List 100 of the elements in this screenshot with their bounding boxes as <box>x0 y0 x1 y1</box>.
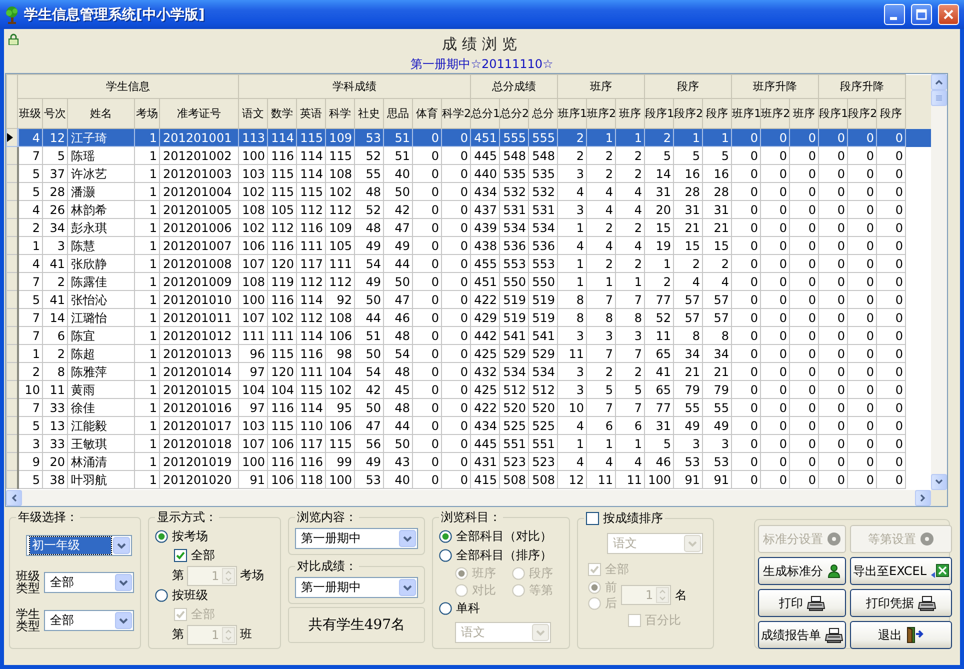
table-row[interactable]: 2 34 彭永琪 1 201201006 102 112 116 109 48 47 0 0 439 534 534 1 2 2 15 21 21 0 0 0 0 0 0 <box>6 218 931 236</box>
table-row[interactable]: 7 33 徐佳 1 201201016 97 116 114 95 50 48 0 0 422 520 520 10 7 7 77 55 55 0 0 0 0 0 0 <box>6 398 931 416</box>
table-row[interactable]: 5 37 许冰艺 1 201201003 103 115 114 108 55 40 0 0 440 535 535 3 2 2 14 16 16 0 0 0 0 0 0 <box>6 164 931 182</box>
column-header[interactable]: 科学 <box>326 98 354 128</box>
radio-button[interactable] <box>155 589 168 602</box>
command-button[interactable]: 退出 <box>850 621 952 649</box>
table-row[interactable]: 4 26 林韵希 1 201201005 108 105 112 112 52 42 0 0 437 531 531 3 4 4 20 31 31 0 0 0 0 0 0 <box>6 200 931 218</box>
table-cell: 79 <box>674 380 703 398</box>
compare-dropdown[interactable]: 第一册期中 <box>295 577 418 598</box>
table-cell: 1 <box>558 218 586 236</box>
horizontal-scrollbar[interactable] <box>6 490 947 506</box>
column-header[interactable]: 体育 <box>412 98 442 128</box>
table-cell: 0 <box>818 398 848 416</box>
table-cell: 555 <box>500 128 528 146</box>
column-header[interactable]: 准考证号 <box>160 98 238 128</box>
table-cell: 江璐怡 <box>68 308 134 326</box>
minimize-button[interactable] <box>884 4 905 25</box>
column-header[interactable]: 班序 <box>616 98 645 128</box>
radio-button[interactable] <box>439 530 452 543</box>
table-cell: 54 <box>354 254 384 272</box>
command-button[interactable]: 生成标准分 <box>758 557 846 585</box>
table-cell: 5 <box>586 380 616 398</box>
column-header[interactable]: 语文 <box>238 98 268 128</box>
radio-button[interactable] <box>439 602 452 615</box>
table-cell: 26 <box>42 200 68 218</box>
table-row[interactable]: 2 8 陈雅萍 1 201201014 97 120 111 104 54 48 0 0 432 534 534 3 2 2 41 21 21 0 0 0 0 0 0 <box>6 362 931 380</box>
table-row[interactable]: 3 33 王敏琪 1 201201018 107 106 117 115 56 50 0 0 445 551 551 1 1 1 5 3 3 0 0 0 0 0 0 <box>6 434 931 452</box>
column-header[interactable]: 考场 <box>134 98 160 128</box>
table-cell: 51 <box>384 146 412 164</box>
table-cell: 许冰艺 <box>68 164 134 182</box>
radio-button[interactable] <box>439 549 452 562</box>
table-cell: 43 <box>384 452 412 470</box>
checkbox[interactable] <box>586 512 600 525</box>
scroll-right-button[interactable] <box>915 490 931 506</box>
class-type-dropdown[interactable]: 全部 <box>44 572 134 592</box>
table-cell: 16 <box>702 164 732 182</box>
scroll-left-button[interactable] <box>6 490 22 506</box>
content-dropdown[interactable]: 第一册期中 <box>295 528 418 549</box>
column-header[interactable]: 班级 <box>18 98 42 128</box>
column-header[interactable]: 段序 <box>876 98 906 128</box>
table-row[interactable]: 1 3 陈慧 1 201201007 106 116 111 105 49 49 0 0 438 536 536 4 4 4 19 15 15 0 0 0 0 0 0 <box>6 236 931 254</box>
maximize-button[interactable] <box>911 4 932 25</box>
table-cell: 31 <box>644 416 674 434</box>
table-row[interactable]: 5 13 江能毅 1 201201017 103 115 110 106 47 44 0 0 434 525 525 4 6 6 31 49 49 0 0 0 0 0 0 <box>6 416 931 434</box>
command-button[interactable]: 导出至EXCEL <box>850 557 952 585</box>
column-header[interactable]: 姓名 <box>68 98 134 128</box>
table-row[interactable]: 10 11 黄雨 1 201201015 104 104 115 102 42 45 0 0 425 512 512 3 5 5 65 79 79 0 0 0 0 0 0 <box>6 380 931 398</box>
column-header[interactable]: 号次 <box>42 98 68 128</box>
table-cell: 50 <box>384 182 412 200</box>
table-row[interactable]: 1 2 陈超 1 201201013 96 115 116 98 50 54 0 0 425 529 529 11 7 7 65 34 34 0 0 0 0 0 0 <box>6 344 931 362</box>
scroll-up-button[interactable] <box>931 74 947 90</box>
grade-dropdown[interactable]: 初一年级 <box>26 535 132 556</box>
checkbox-label: 全部 <box>191 606 216 623</box>
table-cell: 0 <box>412 470 442 488</box>
table-cell: 201201016 <box>160 398 238 416</box>
column-header[interactable]: 数学 <box>268 98 296 128</box>
column-header[interactable]: 总分 <box>528 98 558 128</box>
table-row[interactable]: 4 12 江子琦 1 201201001 113 114 115 109 53 51 0 0 451 555 555 2 1 1 2 1 1 0 0 0 0 0 0 <box>6 128 931 146</box>
table-cell: 422 <box>470 290 500 308</box>
table-cell: 114 <box>296 164 326 182</box>
scroll-thumb[interactable] <box>931 90 947 106</box>
table-cell: 叶羽航 <box>68 470 134 488</box>
table-row[interactable]: 7 14 江璐怡 1 201201011 107 102 112 108 44 46 0 0 429 519 519 8 8 8 52 57 57 0 0 0 0 0 0 <box>6 308 931 326</box>
table-cell: 116 <box>296 344 326 362</box>
field-label: 第 <box>172 567 184 584</box>
table-cell: 0 <box>876 236 906 254</box>
table-cell: 47 <box>384 290 412 308</box>
column-header[interactable]: 班序 <box>790 98 819 128</box>
vertical-scrollbar[interactable] <box>931 74 947 490</box>
command-button[interactable]: 打印凭据 <box>850 589 952 617</box>
table-cell: 19 <box>644 236 674 254</box>
column-header[interactable]: 社史 <box>354 98 384 128</box>
student-type-dropdown[interactable]: 全部 <box>44 610 134 630</box>
checkbox-label: 全部 <box>191 547 216 564</box>
radio-button[interactable] <box>155 530 168 543</box>
table-row[interactable]: 4 41 张欣静 1 201201008 107 120 117 111 54 44 0 0 455 553 553 1 2 2 1 2 2 0 0 0 0 0 0 <box>6 254 931 272</box>
close-button[interactable] <box>938 4 959 25</box>
command-button[interactable]: 打印 <box>758 589 846 617</box>
column-header[interactable]: 英语 <box>296 98 326 128</box>
table-cell: 425 <box>470 344 500 362</box>
table-cell: 102 <box>268 308 296 326</box>
table-cell: 532 <box>500 182 528 200</box>
column-header[interactable]: 思品 <box>384 98 412 128</box>
table-row[interactable]: 7 6 陈宜 1 201201012 111 111 114 106 51 48 0 0 442 541 541 3 3 3 11 8 8 0 0 0 0 0 0 <box>6 326 931 344</box>
column-header[interactable]: 段序 <box>702 98 732 128</box>
checkbox[interactable] <box>174 549 188 562</box>
table-cell: 117 <box>296 434 326 452</box>
table-row[interactable]: 5 28 潘灏 1 201201004 102 115 115 102 48 50 0 0 434 532 532 4 4 4 31 28 28 0 0 0 0 0 0 <box>6 182 931 200</box>
table-row[interactable]: 9 20 林涌清 1 201201019 100 116 116 99 49 43 0 0 431 523 523 4 4 4 46 53 53 0 0 0 0 0 0 <box>6 452 931 470</box>
table-cell: 0 <box>848 398 877 416</box>
table-row[interactable]: 7 5 陈瑶 1 201201002 100 116 114 115 52 51 0 0 445 548 548 2 2 2 5 5 5 0 0 0 0 0 0 <box>6 146 931 164</box>
command-button[interactable]: 成绩报告单 <box>758 621 846 649</box>
scroll-down-button[interactable] <box>931 474 947 490</box>
table-cell: 12 <box>558 470 586 488</box>
table-cell: 0 <box>442 326 470 344</box>
table-cell: 7 <box>18 272 42 290</box>
row-selector[interactable] <box>6 128 18 146</box>
table-row[interactable]: 7 2 陈露佳 1 201201009 108 119 112 112 49 50 0 0 451 550 550 1 1 1 2 4 4 0 0 0 0 0 0 <box>6 272 931 290</box>
radio-label: 前 <box>605 578 618 596</box>
table-row[interactable]: 5 41 张怡沁 1 201201010 100 116 114 92 50 47 0 0 422 519 519 8 7 7 77 57 57 0 0 0 0 0 0 <box>6 290 931 308</box>
